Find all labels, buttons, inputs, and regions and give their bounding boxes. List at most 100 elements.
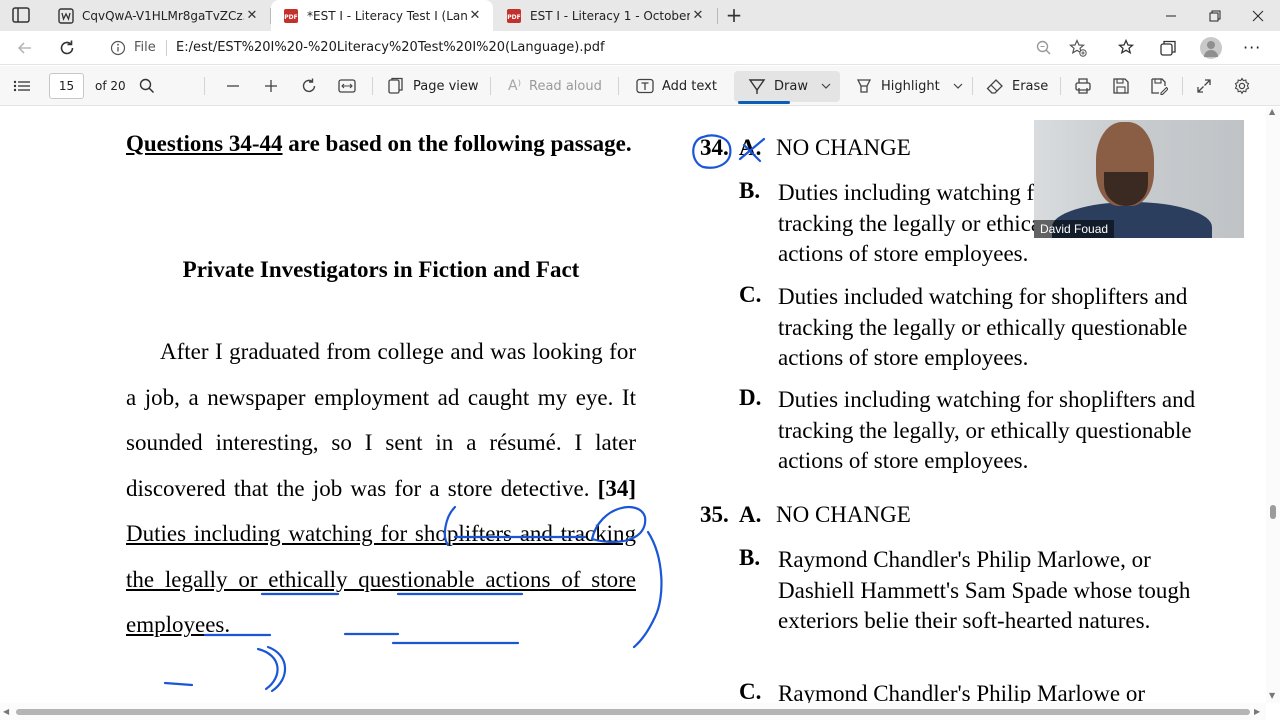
page-total: of 20 bbox=[95, 79, 126, 93]
refresh-icon[interactable] bbox=[57, 38, 77, 58]
scheme-label: File bbox=[134, 40, 156, 55]
q34-option-c-letter: C. bbox=[739, 282, 762, 307]
back-icon[interactable] bbox=[15, 38, 35, 58]
video-call-tile[interactable]: David Fouad bbox=[1034, 120, 1244, 238]
horizontal-scroll-thumb[interactable] bbox=[16, 709, 1250, 715]
add-favorite-icon[interactable] bbox=[1068, 38, 1088, 58]
minus-icon bbox=[227, 85, 239, 87]
pdf-icon: PDF bbox=[507, 8, 521, 23]
restore-icon bbox=[1209, 10, 1221, 21]
contents-icon bbox=[13, 80, 30, 92]
fit-page-button[interactable] bbox=[338, 66, 356, 106]
page-view-button[interactable]: Page view bbox=[387, 66, 479, 106]
q35-option-a-letter: A. bbox=[739, 502, 762, 527]
read-aloud-button[interactable]: A⁾ Read aloud bbox=[508, 66, 602, 106]
read-aloud-label: Read aloud bbox=[529, 78, 602, 94]
scroll-left-icon[interactable]: ◀ bbox=[3, 707, 9, 716]
contents-button[interactable] bbox=[13, 66, 31, 106]
restore-button[interactable] bbox=[1193, 0, 1237, 31]
svg-text:PDF: PDF bbox=[507, 14, 520, 21]
add-text-label: Add text bbox=[662, 78, 717, 94]
horizontal-scrollbar[interactable]: ◀ ▶ bbox=[0, 703, 1266, 720]
draw-button[interactable]: Draw bbox=[748, 66, 808, 106]
highlight-button[interactable]: Highlight bbox=[855, 66, 940, 106]
q34-option-b-letter: B. bbox=[739, 178, 761, 203]
collections-icon[interactable] bbox=[1158, 38, 1178, 58]
print-icon bbox=[1075, 78, 1091, 94]
highlight-options-dropdown[interactable] bbox=[953, 66, 963, 106]
scroll-up-icon[interactable]: ▲ bbox=[1269, 107, 1275, 116]
save-as-icon bbox=[1151, 78, 1168, 95]
highlight-label: Highlight bbox=[881, 78, 940, 94]
tab-1[interactable]: CqvQwA-V1HLMr8gaTvZCz5s5w ✕ bbox=[46, 0, 270, 31]
q34-option-d-letter: D. bbox=[739, 385, 762, 410]
q34-option-c-text: Duties included watching for shoplifters… bbox=[778, 284, 1188, 370]
tab-actions-icon[interactable] bbox=[12, 7, 30, 23]
save-as-button[interactable] bbox=[1150, 66, 1168, 106]
plus-icon bbox=[265, 80, 277, 92]
rotate-button[interactable] bbox=[300, 66, 318, 106]
passage-heading: Questions 34-44 are based on the followi… bbox=[126, 121, 646, 166]
save-button[interactable] bbox=[1112, 66, 1130, 106]
close-window-button[interactable] bbox=[1236, 0, 1280, 31]
tab-2[interactable]: PDF *EST I - Literacy Test I (Language ✕ bbox=[271, 0, 493, 31]
tab-3[interactable]: PDF EST I - Literacy 1 - October 2021 ✕ bbox=[494, 0, 716, 31]
info-icon[interactable] bbox=[110, 40, 126, 56]
vertical-scrollbar[interactable]: ▲ ▼ bbox=[1266, 107, 1280, 703]
erase-label: Erase bbox=[1012, 78, 1049, 94]
zoom-in-button[interactable] bbox=[263, 66, 279, 106]
draw-active-indicator bbox=[738, 101, 790, 104]
tab-strip: CqvQwA-V1HLMr8gaTvZCz5s5w ✕ PDF *EST I -… bbox=[0, 0, 1280, 31]
chevron-down-icon bbox=[821, 83, 831, 89]
more-menu-icon[interactable]: ··· bbox=[1243, 38, 1261, 57]
scroll-right-icon[interactable]: ▶ bbox=[1254, 707, 1260, 716]
passage-title: Private Investigators in Fiction and Fac… bbox=[182, 257, 580, 282]
draw-options-dropdown[interactable] bbox=[821, 66, 831, 106]
ink-double-paren bbox=[256, 645, 287, 693]
profile-avatar[interactable] bbox=[1200, 37, 1222, 59]
expand-icon bbox=[1197, 79, 1211, 93]
draw-pen-icon bbox=[748, 79, 766, 94]
scroll-down-icon[interactable]: ▼ bbox=[1269, 691, 1275, 700]
q34-option-a-letter: A. bbox=[739, 135, 762, 160]
fit-width-icon bbox=[338, 79, 356, 93]
participant-name: David Fouad bbox=[1034, 220, 1115, 238]
vertical-scroll-thumb[interactable] bbox=[1270, 505, 1276, 519]
word-doc-icon bbox=[58, 7, 74, 24]
add-text-button[interactable]: Add text bbox=[636, 66, 717, 106]
q35-option-b-letter: B. bbox=[739, 545, 761, 570]
ink-underline-7 bbox=[163, 681, 194, 687]
q35-option-a-text: NO CHANGE bbox=[776, 502, 911, 527]
address-box[interactable]: File E:/est/EST%20I%20-%20Literacy%20Tes… bbox=[100, 34, 1090, 62]
zoom-out-button[interactable] bbox=[225, 66, 241, 106]
q35-option-b-text: Raymond Chandler's Philip Marlowe, or Da… bbox=[778, 547, 1191, 633]
q34-option-a-text: NO CHANGE bbox=[776, 135, 911, 160]
minimize-button[interactable] bbox=[1149, 0, 1193, 31]
page-view-icon bbox=[388, 77, 403, 94]
close-tab-icon[interactable]: ✕ bbox=[467, 8, 483, 23]
search-button[interactable] bbox=[138, 66, 156, 106]
favorites-icon[interactable] bbox=[1116, 38, 1136, 58]
page-number-input[interactable]: 15 bbox=[49, 73, 84, 99]
chevron-down-icon bbox=[953, 83, 963, 89]
q35-option-c-text: Raymond Chandler's Philip Marlowe or bbox=[778, 681, 1145, 703]
close-tab-icon[interactable]: ✕ bbox=[244, 8, 260, 23]
erase-button[interactable]: Erase bbox=[986, 66, 1048, 106]
question-34-number: 34. bbox=[700, 135, 729, 160]
q35-option-c-letter: C. bbox=[739, 679, 762, 703]
tab-title: *EST I - Literacy Test I (Language bbox=[307, 8, 467, 23]
settings-button[interactable] bbox=[1233, 66, 1251, 106]
svg-text:PDF: PDF bbox=[284, 14, 297, 21]
close-tab-icon[interactable]: ✕ bbox=[690, 8, 706, 23]
new-tab-button[interactable]: + bbox=[723, 4, 745, 26]
highlighter-icon bbox=[856, 79, 872, 93]
gear-icon bbox=[1234, 77, 1250, 95]
underlined-portion: Duties including watching for shoplifter… bbox=[126, 521, 636, 637]
print-button[interactable] bbox=[1074, 66, 1092, 106]
url-text[interactable]: E:/est/EST%20I%20-%20Literacy%20Test%20I… bbox=[176, 40, 605, 55]
zoom-icon[interactable] bbox=[1034, 38, 1054, 58]
eraser-icon bbox=[986, 79, 1003, 94]
close-icon bbox=[1252, 10, 1264, 21]
fullscreen-button[interactable] bbox=[1196, 66, 1212, 106]
save-icon bbox=[1113, 78, 1129, 94]
